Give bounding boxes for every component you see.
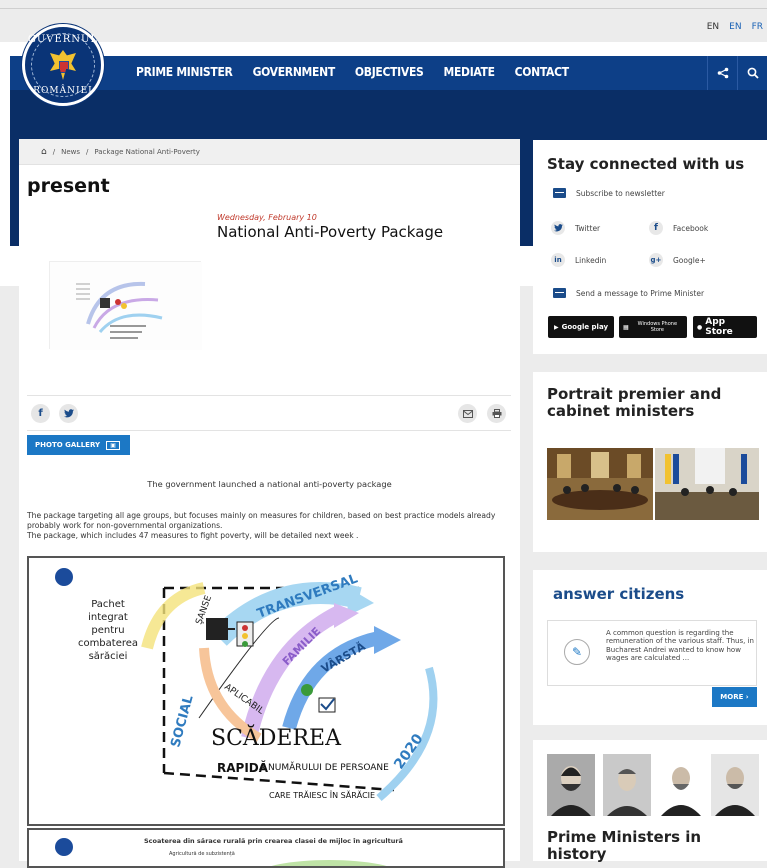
article-lead: The government launched a national anti-… — [147, 479, 392, 489]
breadcrumb-current: Package National Anti-Poverty — [94, 147, 200, 156]
share-bar: f — [27, 395, 511, 431]
government-logo[interactable]: GUVERNUL ROMÂNIEI — [22, 24, 104, 106]
windows-store-badge[interactable]: ▦ Windows Phone Store — [619, 316, 687, 338]
menu-contact[interactable]: CONTACT — [515, 65, 569, 79]
answer-citizens-title: answer citizens — [553, 585, 685, 603]
play-icon: ▶ — [553, 323, 559, 331]
stay-connected-title: Stay connected with us — [547, 155, 745, 173]
svg-text:SCĂDEREA: SCĂDEREA — [211, 724, 342, 751]
lang-en[interactable]: EN — [707, 22, 719, 32]
article-date: Wednesday, February 10 — [217, 213, 317, 222]
pm-portrait-3[interactable] — [657, 754, 705, 816]
facebook-share-icon[interactable]: f — [31, 404, 50, 423]
language-switcher: EN EN FR — [707, 22, 763, 32]
linkedin-icon: in — [551, 253, 565, 267]
windows-icon: ▦ — [623, 323, 629, 331]
twitter-icon — [551, 221, 565, 235]
more-button[interactable]: MORE › — [712, 687, 757, 707]
page-title: present — [27, 175, 110, 197]
prime-ministers-history-panel: Prime Ministers in history — [533, 740, 767, 863]
svg-text:A NUMĂRULUI DE PERSOANE: A NUMĂRULUI DE PERSOANE — [259, 761, 389, 773]
lang-fr[interactable]: FR — [752, 22, 763, 32]
facebook-link[interactable]: f Facebook — [649, 221, 708, 235]
svg-text:CARE TRĂIESC ÎN SĂRĂCIE: CARE TRĂIESC ÎN SĂRĂCIE — [269, 789, 375, 800]
menu-mediate[interactable]: MEDIATE — [444, 65, 495, 79]
svg-text:SOCIAL: SOCIAL — [168, 694, 196, 749]
pm-portrait-2[interactable] — [603, 754, 651, 816]
article-headline: National Anti-Poverty Package — [217, 223, 444, 241]
infographic-image[interactable]: Pachet integrat pentru combaterea sărăci… — [27, 556, 505, 826]
pm-portrait-4[interactable] — [711, 754, 759, 816]
cabinet-photo-1[interactable] — [547, 448, 653, 520]
stay-connected-panel: Stay connected with us Subscribe to news… — [533, 140, 767, 354]
menu-prime-minister[interactable]: PRIME MINISTER — [136, 65, 233, 79]
nav-icons — [707, 56, 767, 90]
portrait-title: Portrait premier and cabinet ministers — [547, 385, 722, 420]
app-store-badge[interactable]: ● App Store — [693, 316, 757, 338]
message-prime-minister-link[interactable]: Send a message to Prime Minister — [553, 288, 704, 298]
envelope-icon — [553, 288, 566, 298]
facebook-icon: f — [649, 221, 663, 235]
home-icon[interactable]: ⌂ — [41, 147, 47, 157]
gallery-icon: ▣ — [106, 440, 121, 450]
twitter-share-icon[interactable] — [59, 404, 78, 423]
google-plus-link[interactable]: g+ Google+ — [649, 253, 706, 267]
google-play-badge[interactable]: ▶ Google play — [548, 316, 614, 338]
article-panel: ⌂ / News / Package National Anti-Poverty… — [19, 139, 520, 868]
portrait-panel: Portrait premier and cabinet ministers — [533, 372, 767, 552]
apple-icon: ● — [697, 323, 703, 331]
cabinet-photo-2[interactable] — [655, 448, 759, 520]
breadcrumb: ⌂ / News / Package National Anti-Poverty — [19, 139, 520, 165]
linkedin-link[interactable]: in Linkedin — [551, 253, 606, 267]
citizen-question-card[interactable]: ✎ A common question is regarding the rem… — [547, 620, 757, 686]
article-body: The package targeting all age groups, bu… — [27, 511, 496, 540]
citizen-question-text: A common question is regarding the remun… — [606, 629, 754, 663]
main-menu: PRIME MINISTER GOVERNMENT OBJECTIVES MED… — [136, 65, 569, 79]
search-icon[interactable] — [737, 56, 767, 90]
print-icon[interactable] — [487, 404, 506, 423]
prime-ministers-history-title: Prime Ministers in history — [547, 828, 702, 863]
article-thumbnail[interactable] — [49, 261, 202, 350]
menu-government[interactable]: GOVERNMENT — [253, 65, 336, 79]
photo-gallery-button[interactable]: PHOTO GALLERY ▣ — [27, 435, 130, 455]
top-divider — [0, 8, 767, 9]
envelope-icon — [553, 188, 566, 198]
infographic-second[interactable]: Scoaterea din sărace rurală prin crearea… — [27, 828, 505, 868]
email-share-icon[interactable] — [458, 404, 477, 423]
lang-en-alt[interactable]: EN — [729, 22, 741, 32]
share-icon[interactable] — [707, 56, 737, 90]
answer-citizens-panel: answer citizens ✎ A common question is r… — [533, 570, 767, 725]
breadcrumb-news[interactable]: News — [61, 148, 80, 156]
chat-bubble-icon: ✎ — [564, 639, 590, 665]
subscribe-newsletter-link[interactable]: Subscribe to newsletter — [553, 188, 665, 198]
twitter-link[interactable]: Twitter — [551, 221, 600, 235]
menu-objectives[interactable]: OBJECTIVES — [355, 65, 424, 79]
pm-portrait-1[interactable] — [547, 754, 595, 816]
google-plus-icon: g+ — [649, 253, 663, 267]
